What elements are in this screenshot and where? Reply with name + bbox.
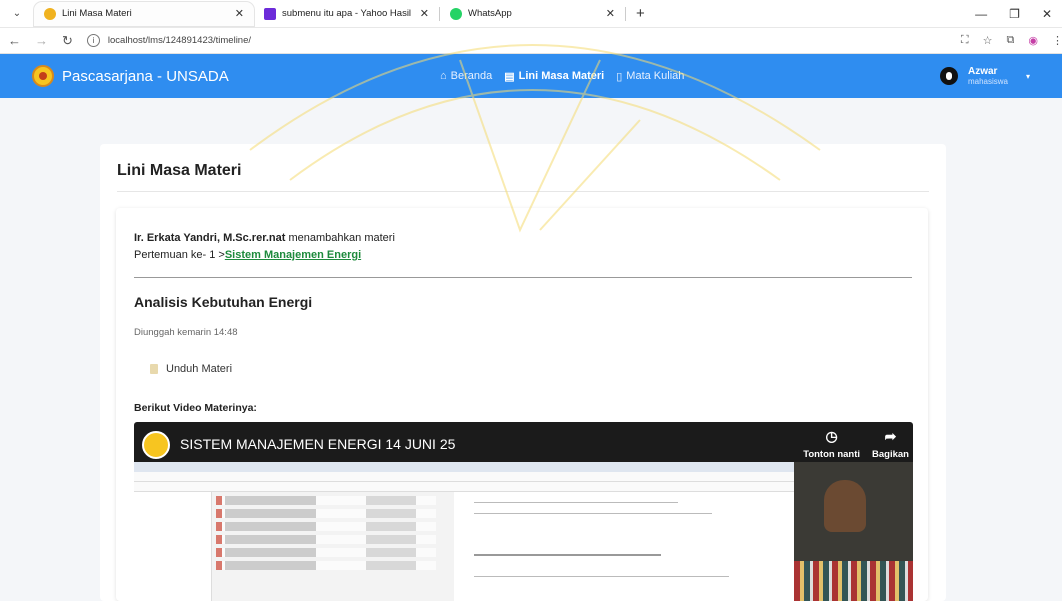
address-bar: ← → ↻ i localhost/lms/124891423/timeline… [0, 28, 1062, 54]
document-icon [150, 364, 158, 374]
video-frame-row [216, 535, 436, 544]
download-material-link[interactable]: Unduh Materi [150, 363, 232, 375]
browser-tab[interactable]: WhatsApp ✕ [440, 2, 625, 26]
bookmark-star-icon[interactable]: ☆ [983, 34, 993, 47]
nav-label: Lini Masa Materi [518, 70, 605, 82]
address-actions: ⛶ ☆ ⧉ ◉ ⋮ [961, 34, 1062, 47]
watch-later-button[interactable]: ◷ Tonton nanti [803, 428, 860, 460]
video-player[interactable]: SISTEM MANAJEMEN ENERGI 14 JUNI 25 ◷ Ton… [134, 422, 913, 601]
video-frame-screen [134, 462, 794, 601]
download-label: Unduh Materi [166, 363, 233, 375]
video-frame-filelist [216, 496, 436, 574]
url-text: localhost/lms/124891423/timeline/ [107, 35, 252, 46]
user-avatar-icon [939, 67, 958, 85]
close-tab-icon[interactable]: ✕ [606, 7, 615, 20]
video-frame-row [216, 496, 436, 505]
restore-icon[interactable]: ❐ [1009, 7, 1020, 21]
video-frame-text [474, 576, 729, 577]
tab-favicon-icon [264, 7, 276, 20]
tab-search-button[interactable]: ⌄ [6, 3, 28, 25]
clock-icon: ◷ [825, 428, 838, 444]
video-frame-row [216, 509, 436, 518]
tab-divider [625, 6, 626, 21]
site-info-icon[interactable]: i [86, 34, 100, 47]
video-frame-row [216, 548, 436, 557]
video-frame-text [474, 513, 712, 514]
timeline-post: Ir. Erkata Yandri, M.Sc.rer.nat menambah… [116, 208, 928, 601]
back-icon[interactable]: ← [8, 33, 21, 48]
browser-tab-active[interactable]: Lini Masa Materi ✕ [34, 1, 254, 26]
share-button[interactable]: ➦ Bagikan [872, 428, 909, 460]
chevron-down-icon: ▾ [1025, 71, 1030, 81]
upload-timestamp: Diunggah kemarin 14:48 [134, 327, 238, 338]
share-arrow-icon: ➦ [884, 428, 897, 444]
forward-icon[interactable]: → [35, 33, 48, 48]
tab-title: Lini Masa Materi [62, 8, 132, 19]
video-actions: ◷ Tonton nanti ➦ Bagikan [803, 428, 909, 460]
presenter [824, 480, 866, 532]
video-frame-rule [474, 554, 661, 556]
user-info: Azwar mahasiswa [968, 66, 1008, 86]
browser-menu-icon[interactable]: ⋮ [1052, 34, 1062, 47]
channel-logo-icon[interactable] [142, 431, 170, 459]
bookshelf [794, 561, 913, 601]
video-frame-row [216, 561, 436, 570]
nav-label: Mata Kuliah [626, 70, 685, 82]
video-frame-toolbar [134, 472, 794, 482]
nav-item-beranda[interactable]: ⌂ Beranda [440, 70, 492, 83]
video-frame-tabbar [134, 462, 794, 472]
user-menu[interactable]: Azwar mahasiswa ▾ [939, 66, 1030, 86]
video-frame-toolbar [134, 482, 794, 492]
university-logo-icon [32, 65, 54, 87]
post-author: Ir. Erkata Yandri, M.Sc.rer.nat [134, 232, 286, 244]
nav-item-lini-masa-materi[interactable]: ▤ Lini Masa Materi [504, 70, 604, 83]
tab-title: submenu itu apa - Yahoo Hasil [282, 8, 412, 19]
close-window-icon[interactable]: ✕ [1042, 7, 1052, 21]
video-frame-text [474, 502, 678, 503]
video-frame-row [216, 522, 436, 531]
watch-later-label: Tonton nanti [803, 449, 861, 460]
main-menu: ⌂ Beranda ▤ Lini Masa Materi ▯ Mata Kuli… [440, 70, 684, 83]
minimize-icon[interactable]: — [975, 7, 987, 21]
tab-favicon-icon [450, 7, 462, 20]
browser-tab-bar: ⌄ Lini Masa Materi ✕ submenu itu apa - Y… [0, 0, 1062, 28]
window-controls: — ❐ ✕ [975, 7, 1062, 21]
nav-label: Beranda [450, 70, 493, 82]
post-divider [134, 277, 912, 278]
reload-icon[interactable]: ↻ [62, 33, 73, 49]
nav-item-mata-kuliah[interactable]: ▯ Mata Kuliah [616, 70, 684, 83]
translate-icon[interactable]: ⛶ [961, 34, 969, 47]
brand[interactable]: Pascasarjana - UNSADA [32, 65, 229, 87]
timeline-icon: ▤ [504, 70, 515, 83]
user-name: Azwar [967, 66, 998, 77]
course-link[interactable]: Sistem Manajemen Energi [225, 249, 361, 261]
new-tab-icon[interactable]: + [636, 5, 645, 22]
tab-favicon-icon [44, 7, 56, 20]
user-role: mahasiswa [967, 77, 1008, 86]
video-intro-text: Berikut Video Materinya: [134, 402, 257, 414]
timeline-card: Lini Masa Materi Ir. Erkata Yandri, M.Sc… [100, 144, 946, 601]
post-action: menambahkan materi [288, 232, 395, 244]
close-tab-icon[interactable]: ✕ [235, 7, 244, 20]
tab-title: WhatsApp [468, 8, 512, 19]
close-tab-icon[interactable]: ✕ [420, 7, 429, 20]
video-frame-document [454, 492, 794, 601]
book-icon: ▯ [616, 70, 623, 83]
meeting-label: Pertemuan ke- 1 > [134, 249, 225, 261]
video-title[interactable]: SISTEM MANAJEMEN ENERGI 14 JUNI 25 [180, 436, 455, 452]
brand-name: Pascasarjana - UNSADA [62, 67, 229, 85]
share-label: Bagikan [872, 449, 909, 460]
profile-icon[interactable]: ◉ [1028, 34, 1038, 47]
home-icon: ⌂ [440, 70, 447, 82]
app-navbar: Pascasarjana - UNSADA ⌂ Beranda ▤ Lini M… [0, 54, 1062, 98]
browser-tab[interactable]: submenu itu apa - Yahoo Hasil ✕ [254, 2, 439, 26]
video-frame-sidebar [134, 492, 212, 601]
presenter-webcam [794, 462, 913, 601]
title-divider [117, 191, 929, 192]
extensions-icon[interactable]: ⧉ [1006, 34, 1014, 47]
page-title: Lini Masa Materi [117, 162, 242, 179]
post-meta: Ir. Erkata Yandri, M.Sc.rer.nat menambah… [134, 230, 395, 264]
topic-title: Analisis Kebutuhan Energi [134, 294, 313, 310]
url-field[interactable]: i localhost/lms/124891423/timeline/ [86, 30, 947, 51]
